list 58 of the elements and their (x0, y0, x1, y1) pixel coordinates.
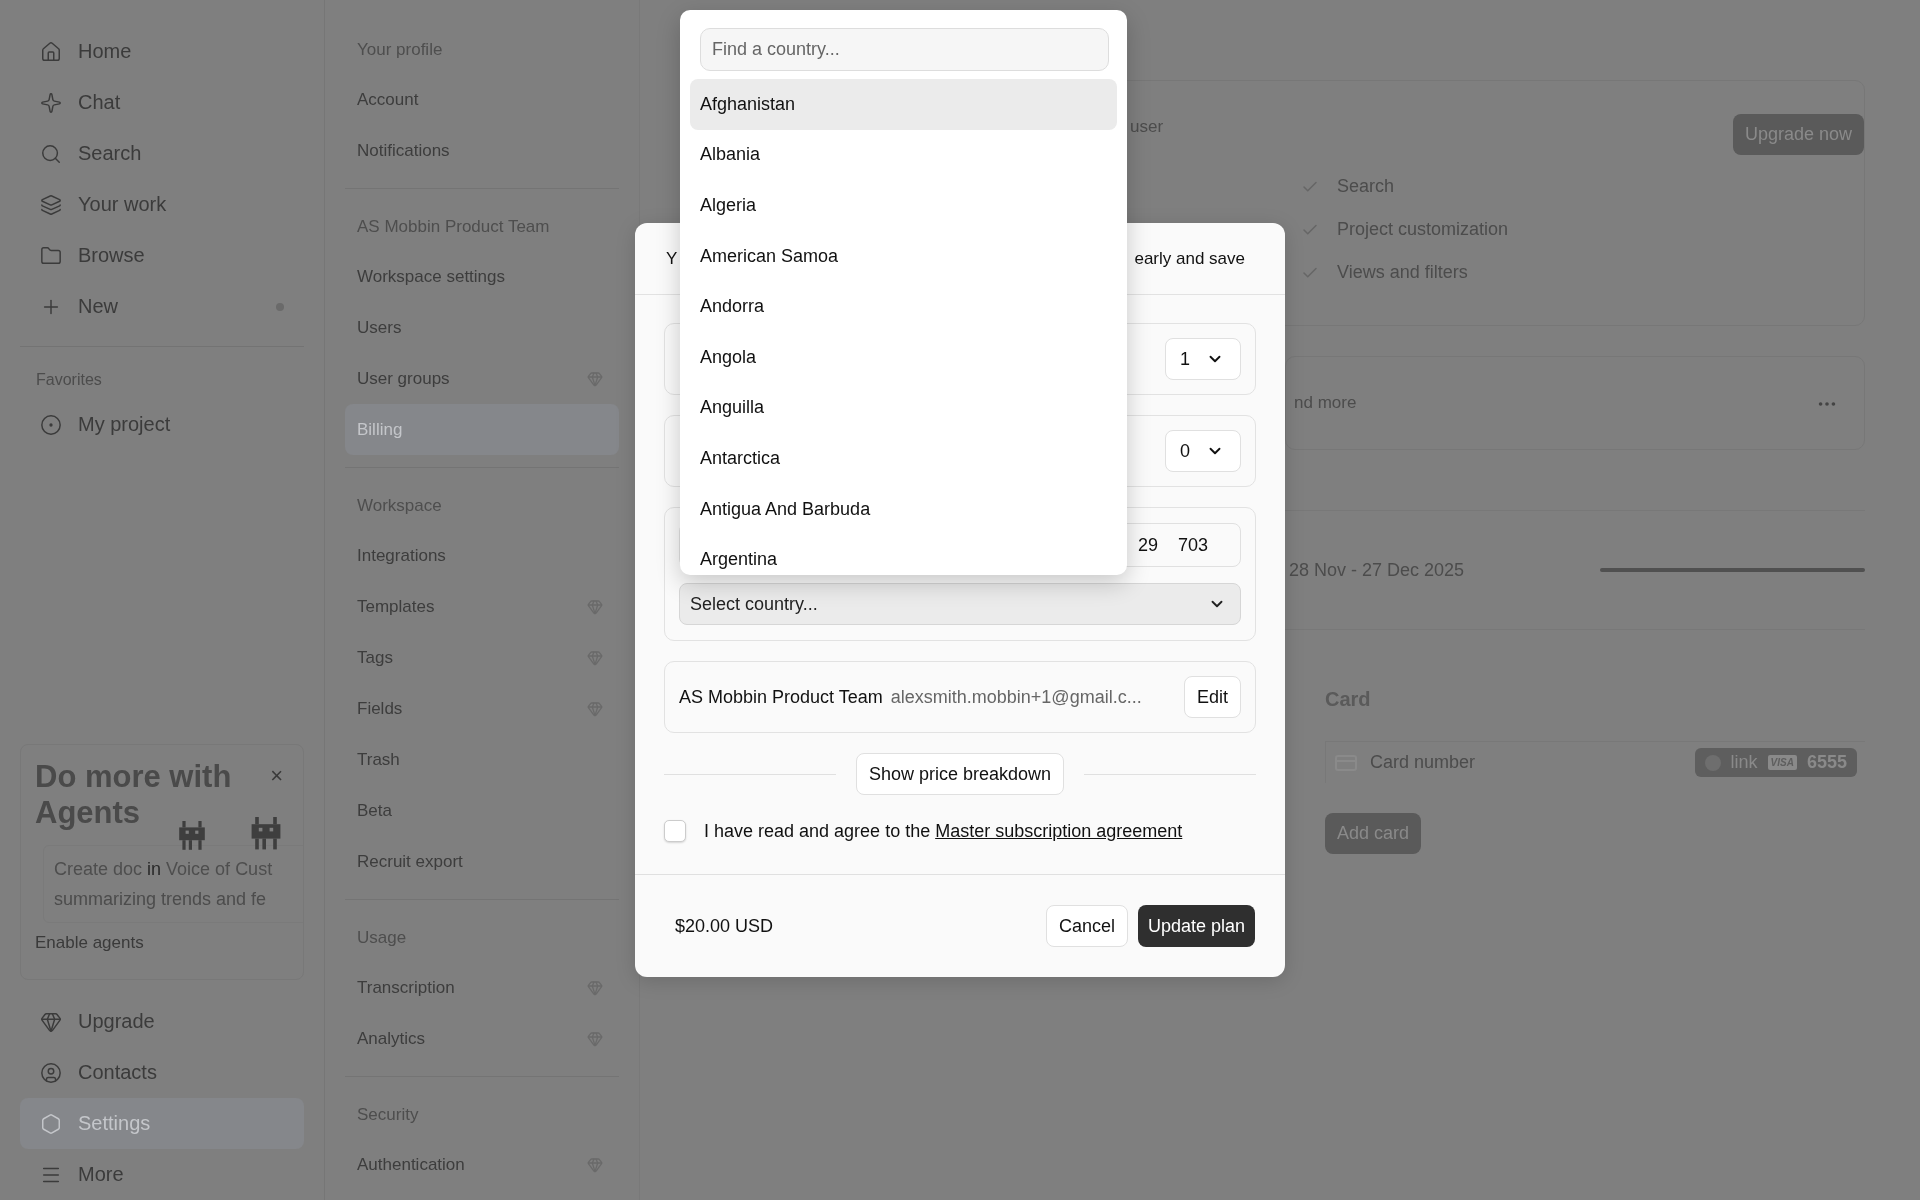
settings-nav-item[interactable]: Users (345, 302, 619, 353)
settings-nav-item[interactable]: Analytics (345, 1013, 619, 1064)
expiry-text: 29 (1137, 534, 1158, 556)
home-icon (40, 40, 62, 63)
settings-icon (40, 1112, 62, 1135)
stack-icon (40, 193, 62, 216)
seat-select[interactable]: 1 (1165, 338, 1241, 380)
agreement-checkbox[interactable] (664, 820, 686, 842)
search-icon (40, 142, 62, 165)
nav-item[interactable]: My project (20, 399, 304, 450)
agreement-link[interactable]: Master subscription agreement (935, 820, 1183, 841)
edit-button[interactable]: Edit (1183, 676, 1241, 718)
nav-item[interactable]: Browse (20, 230, 304, 281)
dialog-title: Y (666, 248, 678, 269)
enable-agents-button[interactable]: Enable agents (35, 933, 144, 953)
nav-item[interactable]: New (20, 281, 304, 332)
seat-select[interactable]: 0 (1165, 430, 1241, 472)
cvc-text: 703 (1177, 534, 1208, 556)
nav-item[interactable]: Search (20, 128, 304, 179)
settings-nav-item[interactable]: Fields (345, 683, 619, 734)
billing-toggle-label: early and save (1134, 248, 1245, 269)
close-button[interactable]: × (270, 763, 283, 789)
price-breakdown-button[interactable]: Show price breakdown (855, 753, 1065, 795)
settings-nav-item[interactable]: Transcription (345, 962, 619, 1013)
country-option[interactable]: Afghanistan (690, 79, 1117, 130)
settings-nav-item[interactable]: Authentication (345, 1139, 619, 1190)
nav-item[interactable]: Settings (20, 1098, 304, 1149)
robot-icon (176, 821, 208, 853)
settings-nav-item[interactable]: Integrations (345, 530, 619, 581)
country-search-field[interactable]: Find a country... (700, 28, 1109, 71)
agreement-text: I have read and agree to the Master subscription agreement (704, 820, 1183, 842)
update-plan-button[interactable]: Update plan (1137, 905, 1255, 947)
settings-nav-item[interactable]: Account (345, 74, 619, 125)
settings-nav-item[interactable]: Workspace settings (345, 251, 619, 302)
diamond-icon (40, 1010, 62, 1033)
cancel-button[interactable]: Cancel (1045, 905, 1128, 947)
person-icon (40, 1061, 62, 1084)
total-price: $20.00 USD (675, 915, 774, 937)
nav-item[interactable]: Chat (20, 77, 304, 128)
settings-nav-item[interactable]: Tags (345, 632, 619, 683)
nav-item[interactable]: Your work (20, 179, 304, 230)
country-select[interactable]: Select country... (679, 583, 1241, 625)
settings-nav-item[interactable]: Recruit export (345, 836, 619, 887)
settings-nav-item[interactable]: Trash (345, 734, 619, 785)
sparkle-icon (40, 91, 62, 114)
settings-nav-item[interactable]: User groups (345, 353, 619, 404)
settings-nav-item[interactable]: Templates (345, 581, 619, 632)
nav-item[interactable]: More (20, 1149, 304, 1200)
workspace-name: AS Mobbin Product Team (679, 686, 883, 708)
folder-icon (40, 244, 62, 267)
nav-item[interactable]: Home (20, 26, 304, 77)
nav-item[interactable]: Upgrade (20, 996, 304, 1047)
settings-nav-item[interactable]: Billing (345, 404, 619, 455)
settings-nav-item[interactable]: Beta (345, 785, 619, 836)
email-text: alexsmith.mobbin+1@gmail.c... (890, 686, 1143, 708)
target-icon (40, 413, 62, 436)
settings-nav-item[interactable]: Notifications (345, 125, 619, 176)
nav-item[interactable]: Contacts (20, 1047, 304, 1098)
